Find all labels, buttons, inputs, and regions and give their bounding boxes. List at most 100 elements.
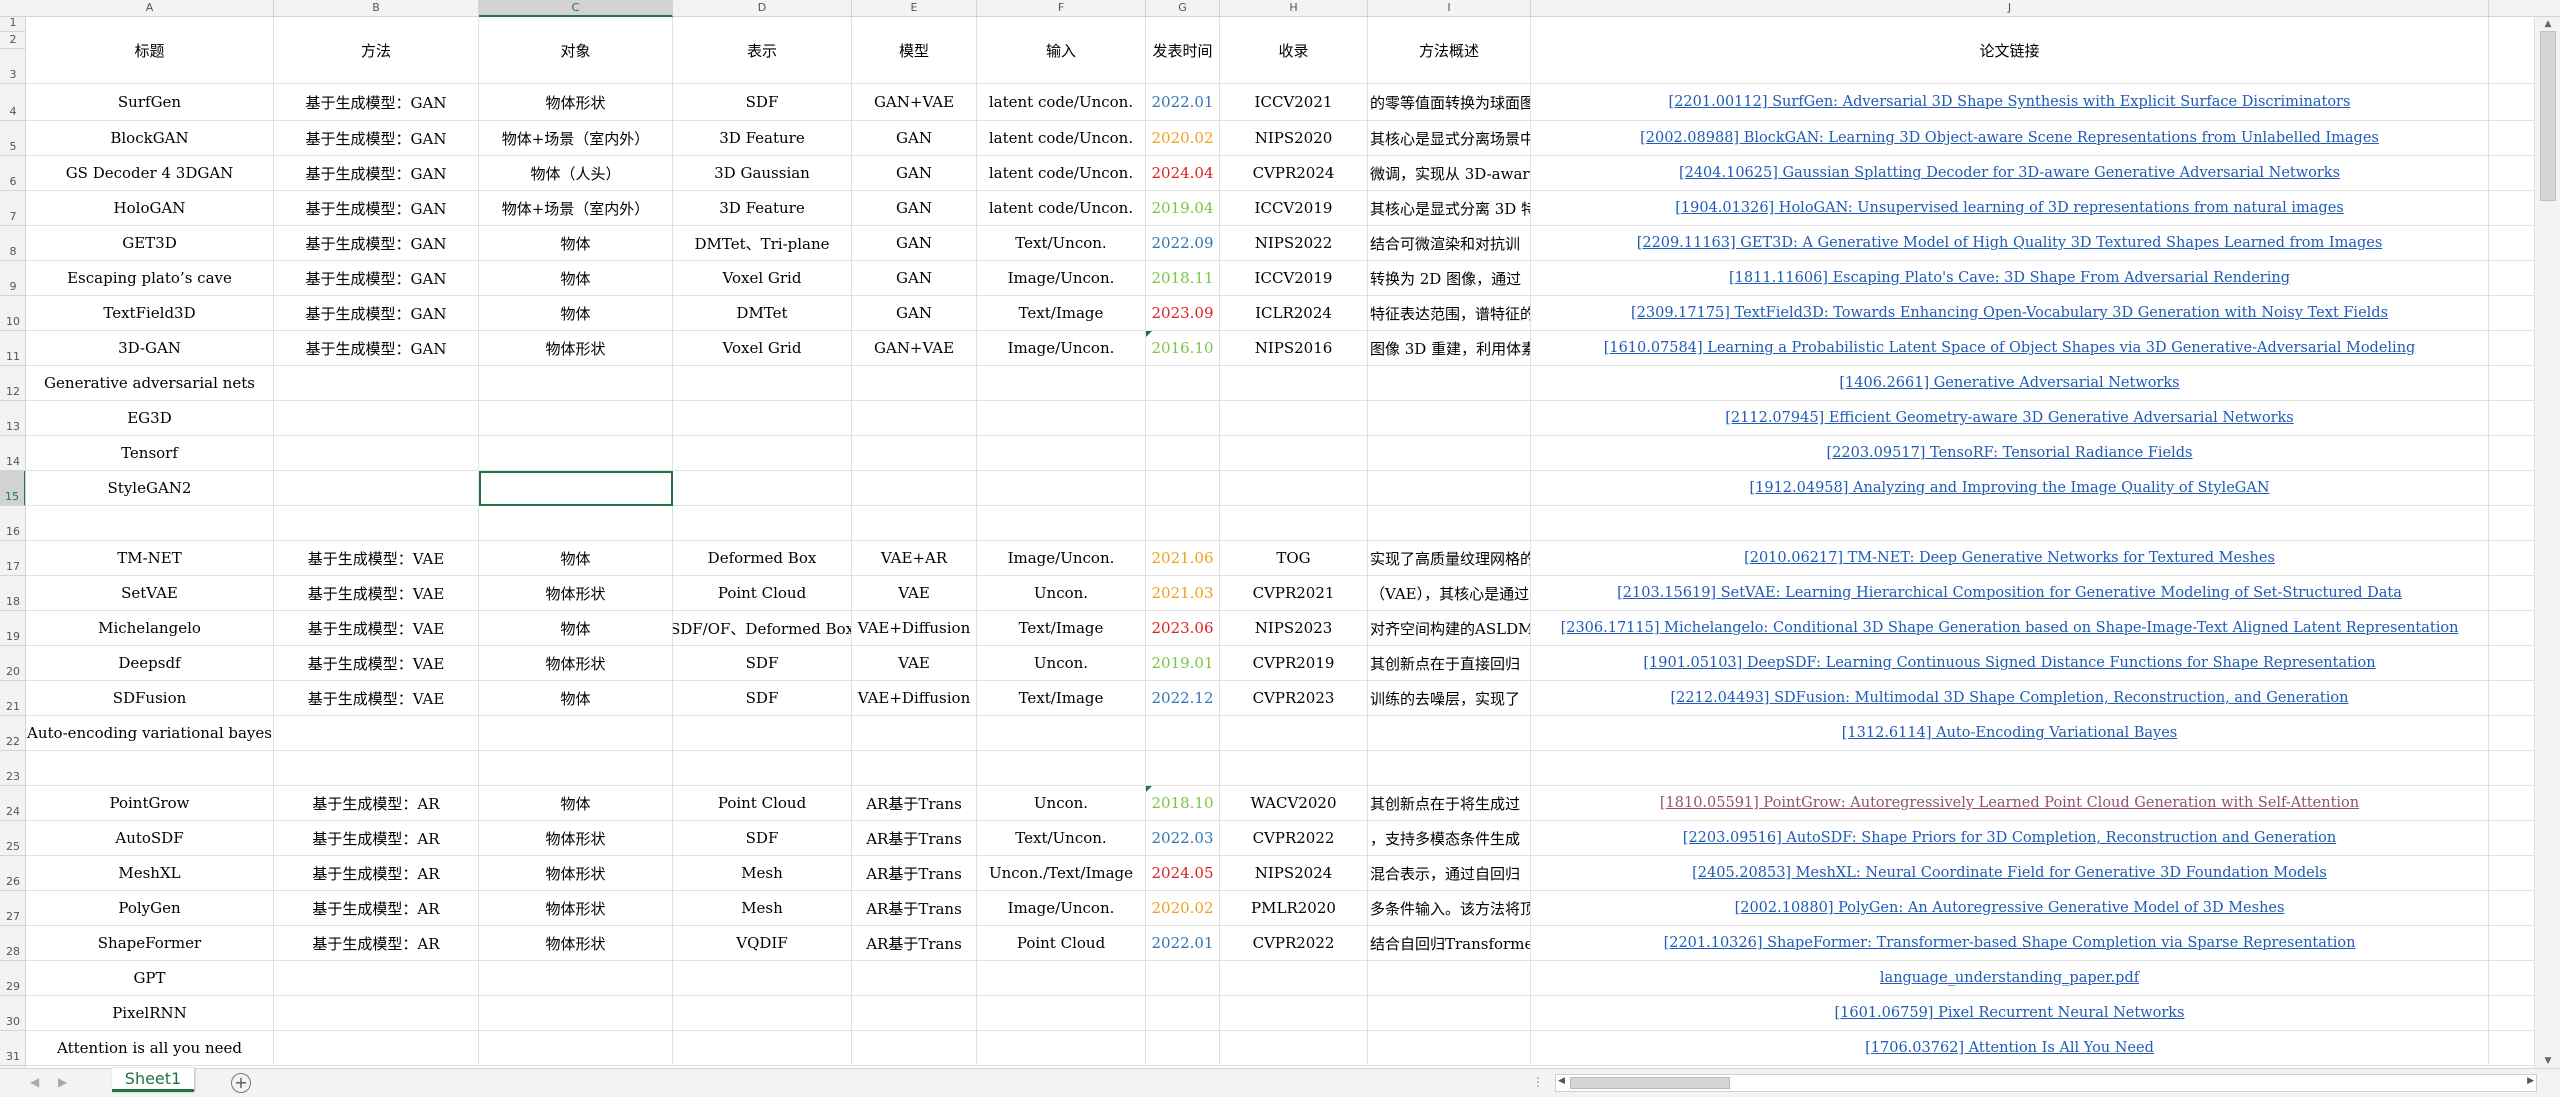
table-cell-repr[interactable]: Point Cloud (673, 576, 852, 611)
table-cell-object[interactable] (479, 471, 673, 506)
table-cell-object[interactable]: 物体形状 (479, 576, 673, 611)
table-cell-repr[interactable]: SDF/OF、Deformed Box (673, 611, 852, 646)
table-cell-date[interactable] (1146, 751, 1220, 786)
table-cell-object[interactable] (479, 1031, 673, 1066)
table-cell-overview[interactable] (1368, 751, 1531, 786)
table-cell-title[interactable]: Attention is all you need (26, 1031, 274, 1066)
empty-cell[interactable] (2489, 611, 2534, 646)
empty-cell[interactable] (2489, 84, 2534, 121)
table-cell-object[interactable] (479, 961, 673, 996)
table-cell-date[interactable] (1146, 1031, 1220, 1066)
table-cell-object[interactable] (479, 436, 673, 471)
paper-link[interactable]: [2103.15619] SetVAE: Learning Hierarchic… (1531, 576, 2489, 611)
prev-sheet-icon[interactable]: ◀ (30, 1075, 39, 1089)
table-cell-object[interactable] (479, 506, 673, 541)
table-cell-overview[interactable]: 的零等值面转换为球面图 (1368, 84, 1531, 121)
table-cell-repr[interactable]: Mesh (673, 856, 852, 891)
paper-link[interactable]: [1601.06759] Pixel Recurrent Neural Netw… (1531, 996, 2489, 1031)
table-cell-title[interactable]: Generative adversarial nets (26, 366, 274, 401)
table-cell-object[interactable]: 物体（人头） (479, 156, 673, 191)
table-cell-date[interactable]: 2022.12 (1146, 681, 1220, 716)
table-cell-title[interactable]: Tensorf (26, 436, 274, 471)
horizontal-scrollbar[interactable]: ◀ ▶ (1555, 1074, 2537, 1092)
table-cell-overview[interactable]: 多条件输入。该方法将顶 (1368, 891, 1531, 926)
empty-cell[interactable] (2489, 156, 2534, 191)
header-cell-input[interactable]: 输入 (977, 17, 1146, 84)
table-cell-object[interactable]: 物体形状 (479, 821, 673, 856)
table-cell-input[interactable]: Text/Uncon. (977, 226, 1146, 261)
table-cell-venue[interactable] (1220, 436, 1368, 471)
empty-cell[interactable] (2489, 121, 2534, 156)
table-cell-overview[interactable]: 其核心是显式分离场景中 (1368, 121, 1531, 156)
table-cell-repr[interactable]: DMTet (673, 296, 852, 331)
scroll-left-icon[interactable]: ◀ (1558, 1076, 1565, 1086)
table-cell-venue[interactable] (1220, 401, 1368, 436)
table-cell-venue[interactable]: CVPR2022 (1220, 821, 1368, 856)
empty-cell[interactable] (2489, 366, 2534, 401)
table-cell-object[interactable]: 物体+场景（室内外） (479, 121, 673, 156)
paper-link[interactable]: [2002.10880] PolyGen: An Autoregressive … (1531, 891, 2489, 926)
table-cell-venue[interactable] (1220, 751, 1368, 786)
table-cell-title[interactable]: PolyGen (26, 891, 274, 926)
paper-link[interactable]: [1904.01326] HoloGAN: Unsupervised learn… (1531, 191, 2489, 226)
table-cell-method[interactable]: 基于生成模型：GAN (274, 331, 479, 366)
row-header-25[interactable]: 25 (0, 821, 25, 856)
table-cell-title[interactable]: StyleGAN2 (26, 471, 274, 506)
row-header-30[interactable]: 30 (0, 996, 25, 1031)
table-cell-repr[interactable] (673, 961, 852, 996)
table-cell-method[interactable] (274, 996, 479, 1031)
table-cell-method[interactable] (274, 366, 479, 401)
table-cell-date[interactable] (1146, 436, 1220, 471)
table-cell-overview[interactable]: 转换为 2D 图像，通过 (1368, 261, 1531, 296)
table-cell-input[interactable]: Image/Uncon. (977, 891, 1146, 926)
table-cell-venue[interactable] (1220, 471, 1368, 506)
table-cell-model[interactable]: GAN+VAE (852, 331, 977, 366)
column-header-b[interactable]: B (274, 0, 479, 17)
scroll-up-icon[interactable]: ▲ (2535, 17, 2560, 31)
header-cell-link[interactable]: 论文链接 (1531, 17, 2489, 84)
table-cell-title[interactable]: GET3D (26, 226, 274, 261)
table-cell-object[interactable]: 物体 (479, 611, 673, 646)
empty-cell[interactable] (2489, 681, 2534, 716)
table-cell-method[interactable] (274, 716, 479, 751)
table-cell-date[interactable]: 2024.04 (1146, 156, 1220, 191)
table-cell-method[interactable]: 基于生成模型：GAN (274, 156, 479, 191)
row-header-19[interactable]: 19 (0, 611, 25, 646)
header-cell-repr[interactable]: 表示 (673, 17, 852, 84)
table-cell-title[interactable]: TM-NET (26, 541, 274, 576)
table-cell-object[interactable]: 物体 (479, 786, 673, 821)
table-cell-object[interactable]: 物体 (479, 541, 673, 576)
table-cell-model[interactable] (852, 1031, 977, 1066)
table-cell-title[interactable]: PixelRNN (26, 996, 274, 1031)
row-header-4[interactable]: 4 (0, 84, 25, 121)
empty-cell[interactable] (2489, 856, 2534, 891)
table-cell-venue[interactable] (1220, 716, 1368, 751)
table-cell-date[interactable]: 2022.01 (1146, 84, 1220, 121)
table-cell-title[interactable]: EG3D (26, 401, 274, 436)
table-cell-date[interactable]: 2020.02 (1146, 121, 1220, 156)
table-cell-model[interactable]: GAN (852, 261, 977, 296)
table-cell-overview[interactable] (1368, 366, 1531, 401)
paper-link[interactable]: [2010.06217] TM-NET: Deep Generative Net… (1531, 541, 2489, 576)
empty-cell[interactable] (2489, 401, 2534, 436)
table-cell-title[interactable]: 3D-GAN (26, 331, 274, 366)
table-cell-date[interactable]: 2022.09 (1146, 226, 1220, 261)
table-cell-method[interactable] (274, 401, 479, 436)
table-cell-title[interactable]: SetVAE (26, 576, 274, 611)
paper-link[interactable]: [2212.04493] SDFusion: Multimodal 3D Sha… (1531, 681, 2489, 716)
empty-cell[interactable] (2489, 926, 2534, 961)
vertical-scroll-thumb[interactable] (2540, 31, 2556, 201)
table-cell-method[interactable]: 基于生成模型：AR (274, 786, 479, 821)
table-cell-date[interactable] (1146, 401, 1220, 436)
table-cell-repr[interactable]: SDF (673, 646, 852, 681)
table-cell-repr[interactable]: Point Cloud (673, 786, 852, 821)
table-cell-method[interactable]: 基于生成模型：AR (274, 821, 479, 856)
paper-link[interactable]: [2203.09516] AutoSDF: Shape Priors for 3… (1531, 821, 2489, 856)
paper-link[interactable]: [1810.05591] PointGrow: Autoregressively… (1531, 786, 2489, 821)
table-cell-input[interactable]: Uncon. (977, 576, 1146, 611)
row-header-20[interactable]: 20 (0, 646, 25, 681)
header-cell-overview[interactable]: 方法概述 (1368, 17, 1531, 84)
row-header-12[interactable]: 12 (0, 366, 25, 401)
table-cell-input[interactable]: Image/Uncon. (977, 541, 1146, 576)
column-header-d[interactable]: D (673, 0, 852, 17)
